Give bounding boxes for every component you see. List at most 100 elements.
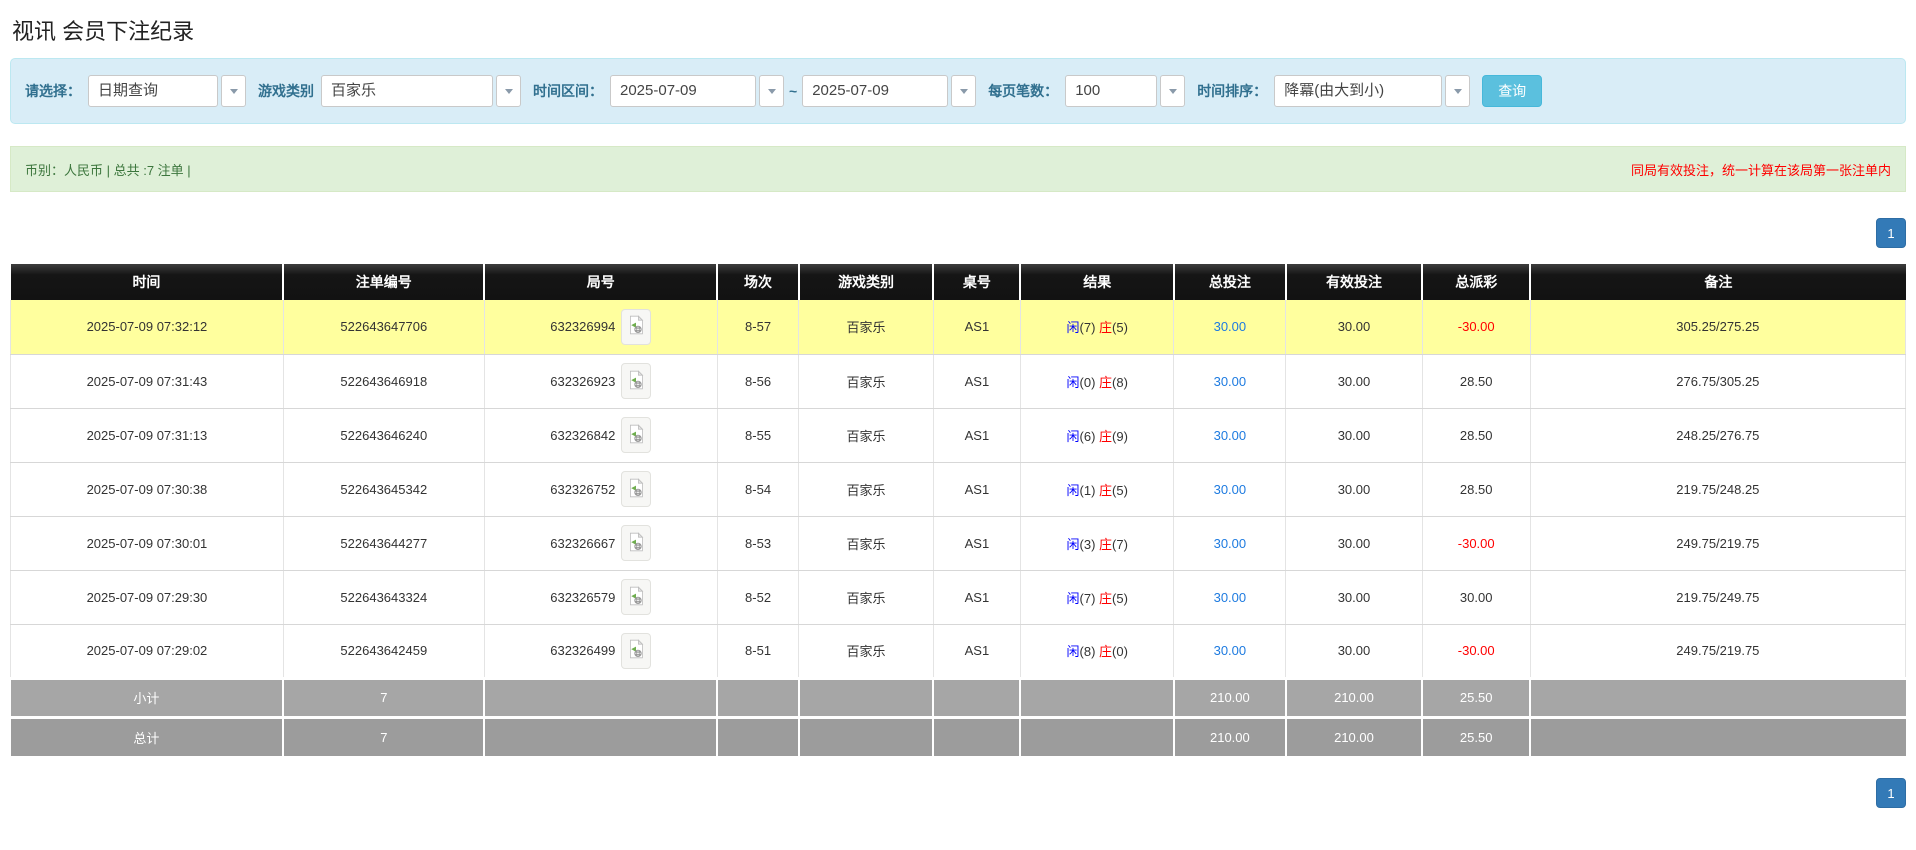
search-button[interactable]: 查询: [1482, 75, 1543, 107]
chevron-down-icon[interactable]: [1445, 75, 1471, 107]
cell-table-no: AS1: [933, 462, 1021, 517]
chevron-down-icon[interactable]: [951, 75, 977, 107]
footer-label: 总计: [10, 715, 285, 756]
cell-bet-id: 522643643324: [283, 570, 485, 625]
column-header: 结果: [1020, 264, 1175, 300]
footer-valid-bet: 210.00: [1285, 715, 1424, 756]
column-header: 总投注: [1173, 264, 1287, 300]
chevron-down-icon[interactable]: [1160, 75, 1186, 107]
table-row[interactable]: 2025-07-09 07:29:30 522643643324 632326579…: [10, 570, 1907, 625]
player-score: (7): [1079, 590, 1100, 606]
cell-game-type: 百家乐: [798, 462, 934, 517]
chevron-down-icon[interactable]: [759, 75, 784, 107]
video-playback-button[interactable]: [621, 363, 652, 399]
round-id-with-video: 632326842: [550, 417, 652, 453]
cell-bet-id: 522643642459: [283, 624, 485, 679]
total-bet-link[interactable]: 30.00: [1214, 319, 1247, 334]
page-size-value[interactable]: 100: [1065, 75, 1158, 107]
chevron-down-icon: [229, 88, 238, 94]
cell-remark: 248.25/276.75: [1530, 408, 1907, 463]
cell-session: 8-52: [717, 570, 800, 625]
round-id-with-video: 632326499: [550, 632, 652, 669]
cell-table-no: AS1: [933, 516, 1021, 571]
total-bet-link[interactable]: 30.00: [1214, 536, 1247, 551]
date-range-tilde: ~: [789, 83, 798, 99]
table-row[interactable]: 2025-07-09 07:31:13 522643646240 632326842…: [10, 408, 1907, 463]
date-to-picker[interactable]: 2025-07-09: [802, 75, 977, 107]
chevron-down-icon: [504, 88, 513, 94]
cell-time: 2025-07-09 07:32:12: [10, 300, 284, 355]
game-type-label: 游戏类别: [258, 83, 314, 99]
cell-table-no: AS1: [933, 624, 1021, 679]
column-header: 有效投注: [1285, 264, 1424, 300]
total-bet-link[interactable]: 30.00: [1214, 590, 1247, 605]
cell-game-type: 百家乐: [798, 624, 934, 679]
footer-empty: [798, 676, 935, 717]
valid-bet-notice: 同局有效投注，统一计算在该局第一张注单内: [1630, 162, 1891, 178]
video-playback-button[interactable]: [621, 471, 652, 507]
query-type-combobox[interactable]: 日期查询: [88, 75, 246, 107]
page: 视讯 会员下注纪录 请选择： 日期查询 游戏类别 百家乐 时间区间： 2025-…: [0, 14, 1916, 808]
cell-total-bet: 30.00: [1173, 354, 1287, 409]
video-file-icon: [628, 531, 644, 555]
game-type-value[interactable]: 百家乐: [321, 75, 493, 107]
filter-panel: 请选择： 日期查询 游戏类别 百家乐 时间区间： 2025-07-09 ~ 20…: [10, 58, 1906, 124]
footer-empty: [1530, 715, 1906, 756]
table-row[interactable]: 2025-07-09 07:30:01 522643644277 632326667…: [10, 516, 1907, 571]
total-bet-link[interactable]: 30.00: [1214, 482, 1247, 497]
cell-result: 闲(7) 庄(5): [1020, 300, 1175, 355]
round-id-text: 632326923: [550, 373, 616, 389]
page-1-button[interactable]: 1: [1876, 778, 1906, 808]
cell-valid-bet: 30.00: [1285, 300, 1423, 355]
banker-score: (0): [1112, 644, 1128, 659]
cell-session: 8-53: [717, 516, 800, 571]
chevron-down-icon[interactable]: [496, 75, 521, 107]
cell-result: 闲(0) 庄(8): [1020, 354, 1175, 409]
footer-empty: [484, 715, 719, 756]
table-row[interactable]: 2025-07-09 07:31:43 522643646918 632326923…: [10, 354, 1907, 409]
date-from-value[interactable]: 2025-07-09: [610, 75, 756, 107]
time-sort-value[interactable]: 降冪(由大到小): [1274, 75, 1443, 107]
time-sort-combobox[interactable]: 降冪(由大到小): [1274, 75, 1471, 107]
cell-payout: -30.00: [1422, 516, 1531, 571]
cell-total-bet: 30.00: [1173, 570, 1287, 625]
player-score: (0): [1079, 374, 1100, 390]
page-1-button[interactable]: 1: [1876, 218, 1906, 248]
cell-time: 2025-07-09 07:31:43: [10, 354, 284, 409]
cell-time: 2025-07-09 07:31:13: [10, 408, 284, 463]
video-playback-button[interactable]: [621, 525, 652, 561]
cell-remark: 249.75/219.75: [1530, 624, 1907, 679]
page-size-combobox[interactable]: 100: [1065, 75, 1186, 107]
date-to-value[interactable]: 2025-07-09: [802, 75, 949, 107]
table-row[interactable]: 2025-07-09 07:32:12 522643647706 632326994…: [10, 300, 1907, 355]
video-playback-button[interactable]: [621, 632, 652, 669]
date-from-picker[interactable]: 2025-07-09: [610, 75, 784, 107]
total-bet-link[interactable]: 30.00: [1214, 428, 1247, 443]
round-id-text: 632326667: [550, 535, 616, 551]
cell-payout: -30.00: [1422, 300, 1531, 355]
cell-result: 闲(6) 庄(9): [1020, 408, 1175, 463]
summary-bar: 币别：人民币 | 总共 :7 注单 | 同局有效投注，统一计算在该局第一张注单内: [10, 146, 1906, 192]
total-bet-link[interactable]: 30.00: [1214, 374, 1247, 389]
video-playback-button[interactable]: [621, 308, 652, 345]
total-bet-link[interactable]: 30.00: [1214, 643, 1247, 658]
video-playback-button[interactable]: [621, 417, 652, 453]
table-row[interactable]: 2025-07-09 07:29:02 522643642459 632326499…: [10, 624, 1907, 679]
player-score: (7): [1079, 320, 1100, 336]
chevron-down-icon: [1453, 88, 1462, 94]
query-type-value[interactable]: 日期查询: [88, 75, 218, 107]
table-row[interactable]: 2025-07-09 07:30:38 522643645342 632326752…: [10, 462, 1907, 517]
grandtotal-row: 总计 7 210.00 210.00 25.50: [10, 715, 1906, 756]
cell-time: 2025-07-09 07:30:01: [10, 516, 284, 571]
footer-empty: [1530, 676, 1906, 717]
video-playback-button[interactable]: [621, 579, 652, 615]
game-type-combobox[interactable]: 百家乐: [321, 75, 521, 107]
cell-round-id: 632326667: [484, 516, 718, 571]
footer-empty: [933, 715, 1022, 756]
round-id-text: 632326499: [550, 643, 616, 658]
subtotal-row: 小计 7 210.00 210.00 25.50: [10, 676, 1906, 717]
round-id-with-video: 632326923: [550, 363, 652, 399]
chevron-down-icon[interactable]: [221, 75, 246, 107]
cell-round-id: 632326579: [484, 570, 718, 625]
cell-time: 2025-07-09 07:29:30: [10, 570, 284, 625]
